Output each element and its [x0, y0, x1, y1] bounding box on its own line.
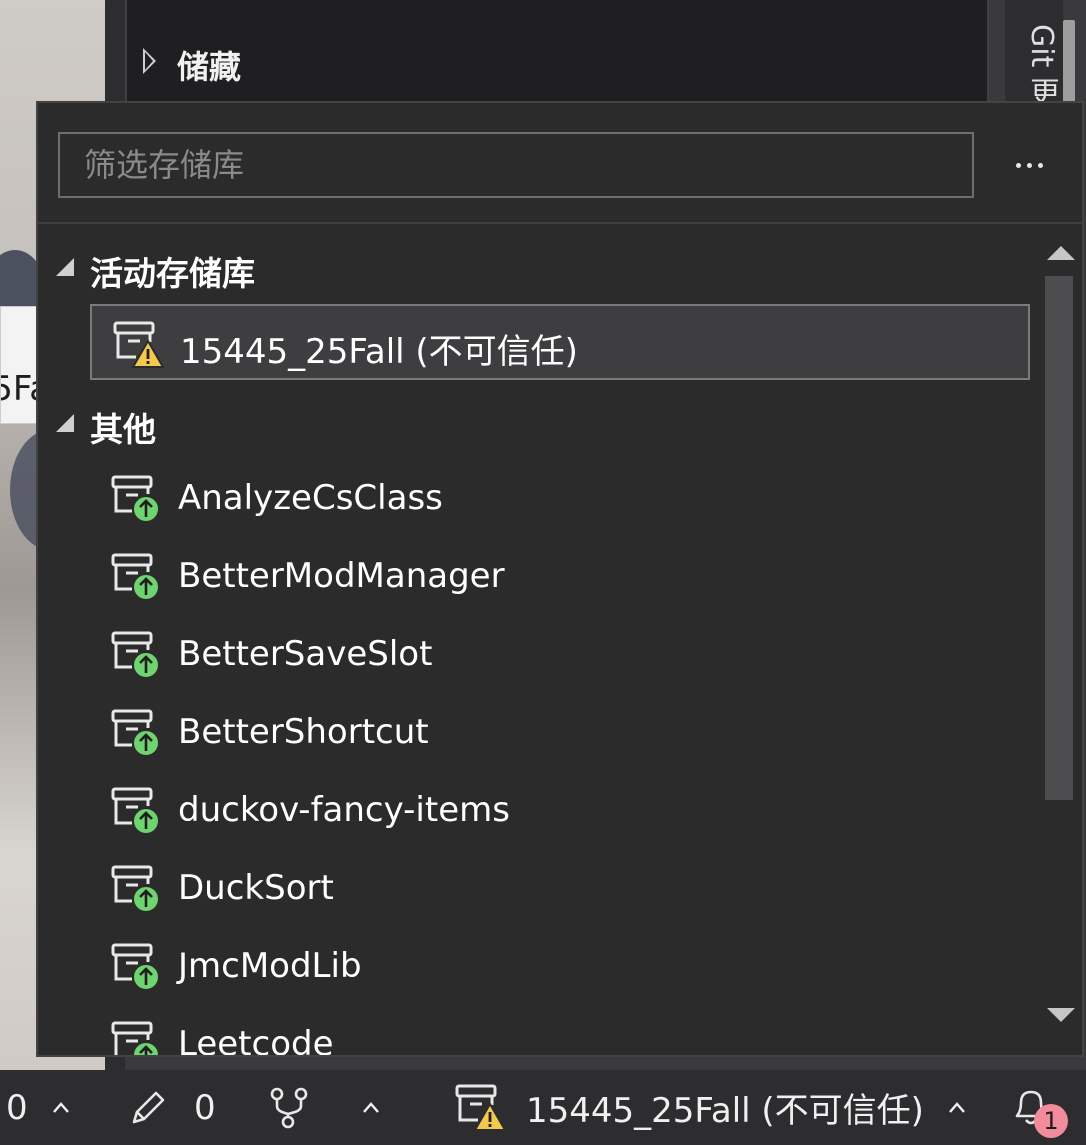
repo-name: AnalyzeCsClass	[178, 478, 443, 518]
more-options-button[interactable]	[1006, 143, 1052, 187]
group-header-other[interactable]: 其他	[38, 388, 1038, 452]
repo-name: BetterSaveSlot	[178, 634, 433, 674]
repo-upload-icon	[111, 553, 160, 601]
group-title: 其他	[90, 410, 156, 449]
repo-upload-icon	[111, 787, 160, 835]
branch-menu-chevron[interactable]	[362, 1070, 380, 1145]
branch-status[interactable]	[268, 1070, 310, 1145]
repo-name: BetterModManager	[178, 556, 505, 596]
push-status[interactable]: 0	[6, 1070, 28, 1145]
repo-item[interactable]: AnalyzeCsClass	[90, 460, 1030, 536]
background-scrollbar[interactable]	[1063, 20, 1075, 104]
chevron-up-icon	[949, 1101, 965, 1113]
repo-name: BetterShortcut	[178, 712, 429, 752]
repo-item[interactable]: BetterSaveSlot	[90, 616, 1030, 692]
notifications-button[interactable]: 1	[1010, 1070, 1068, 1145]
repo-name: 15445_25Fall (不可信任)	[180, 332, 578, 372]
repo-name: duckov-fancy-items	[178, 790, 510, 830]
repo-upload-icon	[111, 475, 160, 523]
repo-upload-icon	[111, 709, 160, 757]
repo-name: JmcModLib	[178, 946, 362, 986]
git-branch-icon	[270, 1087, 308, 1128]
expand-caret-icon[interactable]	[143, 48, 156, 74]
repository-status[interactable]: 15445_25Fall (不可信任)	[454, 1070, 924, 1145]
chevron-up-icon	[53, 1101, 69, 1113]
repo-item[interactable]: duckov-fancy-items	[90, 772, 1030, 848]
group-header-active[interactable]: 活动存储库	[38, 232, 1038, 296]
push-count: 0	[6, 1087, 28, 1128]
repository-menu-chevron[interactable]	[948, 1070, 966, 1145]
more-horizontal-icon	[1015, 162, 1021, 168]
stash-section[interactable]: 储藏	[125, 0, 989, 104]
scroll-down-arrow-icon[interactable]	[1047, 1008, 1075, 1022]
push-menu-chevron[interactable]	[52, 1070, 70, 1145]
changes-count: 0	[194, 1087, 216, 1128]
repository-name: 15445_25Fall (不可信任)	[526, 1091, 924, 1131]
pencil-icon	[132, 1091, 165, 1123]
repo-item[interactable]: BetterModManager	[90, 538, 1030, 614]
chevron-up-icon	[363, 1101, 379, 1113]
scroll-up-arrow-icon[interactable]	[1047, 246, 1075, 260]
git-changes-tab[interactable]: Git 更	[1005, 0, 1063, 107]
status-bar: 0 0 15445_25Fall (不可信任) 1	[0, 1070, 1086, 1145]
repo-name: Leetcode	[178, 1024, 334, 1057]
repo-warning-icon	[455, 1084, 506, 1131]
group-title: 活动存储库	[90, 254, 255, 293]
repo-item[interactable]: BetterShortcut	[90, 694, 1030, 770]
repo-item[interactable]: JmcModLib	[90, 928, 1030, 1004]
changes-status[interactable]: 0	[128, 1070, 216, 1145]
collapse-caret-icon[interactable]	[56, 414, 74, 432]
notification-count-badge: 1	[1034, 1104, 1068, 1138]
list-scrollbar[interactable]	[1041, 224, 1081, 1055]
repo-item[interactable]: DuckSort	[90, 850, 1030, 926]
collapse-caret-icon[interactable]	[56, 258, 74, 276]
repo-item[interactable]: Leetcode	[90, 1006, 1030, 1057]
stash-section-label: 储藏	[177, 48, 242, 86]
repo-item-active[interactable]: 15445_25Fall (不可信任)	[90, 304, 1030, 380]
repo-name: DuckSort	[178, 868, 334, 908]
repo-warning-icon	[113, 321, 164, 368]
filter-repositories-input[interactable]	[58, 132, 974, 198]
git-tab-label: Git 更	[1024, 24, 1059, 107]
repository-picker-popup: 活动存储库 15445_25Fall (不可信任) 其他	[36, 101, 1084, 1057]
repo-upload-icon	[111, 943, 160, 991]
repo-upload-icon	[111, 631, 160, 679]
repo-upload-icon	[111, 865, 160, 913]
scroll-thumb[interactable]	[1045, 276, 1073, 800]
repository-list: 活动存储库 15445_25Fall (不可信任) 其他 AnalyzeCsCl…	[38, 224, 1038, 1057]
repo-upload-icon	[111, 1021, 160, 1055]
